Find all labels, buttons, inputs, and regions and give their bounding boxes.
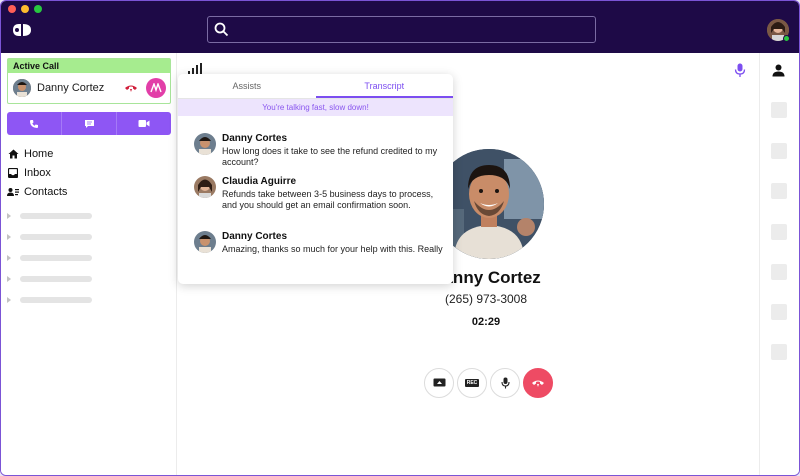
app-window: Active Call Danny Cortez Home Inbox Cont… [0,0,800,476]
hangup-icon[interactable] [124,83,138,93]
speaker-avatar [194,231,216,253]
contacts-icon [7,187,19,196]
video-icon [138,120,150,127]
active-call-caller: Danny Cortez [13,79,104,97]
inbox-icon [8,167,18,178]
expand-arrow-icon [7,213,11,219]
contact-profile-icon[interactable] [772,64,785,77]
sidebar-nav: Home Inbox Contacts [7,144,67,201]
mute-button[interactable] [490,368,520,398]
caller-phone-number: (265) 973-3008 [444,292,528,306]
active-call-card[interactable]: Active Call Danny Cortez [7,58,171,104]
maximize-window-button[interactable] [34,5,42,13]
sidebar-placeholder-row [7,276,92,282]
speaker-name: Danny Cortes [222,231,288,242]
pace-alert-banner: You're talking fast, slow down! [178,99,453,116]
tab-assists[interactable]: Assists [178,74,316,98]
sidebar-item-contacts[interactable]: Contacts [7,182,67,201]
transcript-message: Danny Cortes Amazing, thanks so much for… [194,231,444,255]
sidebar-placeholder-row [7,234,92,240]
hangup-icon [532,380,544,387]
ai-assist-button[interactable] [146,78,166,98]
expand-arrow-icon [7,297,11,303]
caller-avatar [13,79,31,97]
right-rail-placeholder [771,224,787,240]
right-rail-placeholder [771,304,787,320]
message-action-button[interactable] [62,112,117,135]
expand-arrow-icon [7,276,11,282]
record-icon: REC [464,379,480,387]
expand-arrow-icon [7,234,11,240]
microphone-icon[interactable] [734,63,746,78]
sidebar-item-label: Inbox [24,166,51,179]
home-icon [8,149,18,158]
placeholder-bar [20,213,92,219]
close-window-button[interactable] [8,5,16,13]
chat-icon [84,119,94,128]
active-call-caller-name: Danny Cortez [37,82,105,94]
speaker-avatar [194,133,216,155]
message-text: Amazing, thanks so much for your help wi… [222,244,443,254]
message-text: Refunds take between 3-5 business days t… [222,189,434,210]
video-action-button[interactable] [117,112,171,135]
sidebar-item-inbox[interactable]: Inbox [7,163,67,182]
sidebar-item-label: Home [24,147,54,160]
right-rail-placeholder [771,183,787,199]
tab-transcript[interactable]: Transcript [315,74,453,98]
online-status-dot [783,35,790,42]
right-rail-placeholder [771,344,787,360]
panel-tabs: Assists Transcript [178,74,453,99]
record-button[interactable]: REC [457,368,487,398]
screen-share-icon [433,378,445,387]
title-bar [1,1,799,53]
sidebar-item-label: Contacts [24,185,68,198]
microphone-icon [500,377,510,389]
screen-share-button[interactable] [424,368,454,398]
sidebar-item-home[interactable]: Home [7,144,67,163]
minimize-window-button[interactable] [21,5,29,13]
speaker-name: Claudia Aguirre [222,176,297,187]
right-rail-placeholder [771,264,787,280]
search-input[interactable] [207,16,596,43]
sidebar-placeholder-row [7,297,92,303]
message-text: How long does it take to see the refund … [222,146,438,167]
app-logo-icon [13,24,31,36]
end-call-button[interactable] [523,368,553,398]
search-icon [214,22,229,37]
active-call-header: Active Call [8,59,170,73]
call-action-button[interactable] [7,112,62,135]
speaker-name: Danny Cortes [222,133,288,144]
right-rail-placeholder [771,143,787,159]
right-rail-placeholder [771,102,787,118]
placeholder-bar [20,276,92,282]
phone-icon [30,119,38,128]
transcript-message: Claudia Aguirre Refunds take between 3-5… [194,176,444,211]
expand-arrow-icon [7,255,11,261]
sidebar-placeholder-row [7,213,92,219]
placeholder-bar [20,255,92,261]
placeholder-bar [20,297,92,303]
sidebar-placeholder-row [7,255,92,261]
speaker-avatar [194,176,216,198]
transcript-panel: Assists Transcript You're talking fast, … [178,74,453,284]
quick-action-bar [7,112,171,135]
placeholder-bar [20,234,92,240]
ai-assist-icon [150,83,162,93]
call-timer: 02:29 [471,316,501,328]
transcript-message: Danny Cortes How long does it take to se… [194,133,444,168]
